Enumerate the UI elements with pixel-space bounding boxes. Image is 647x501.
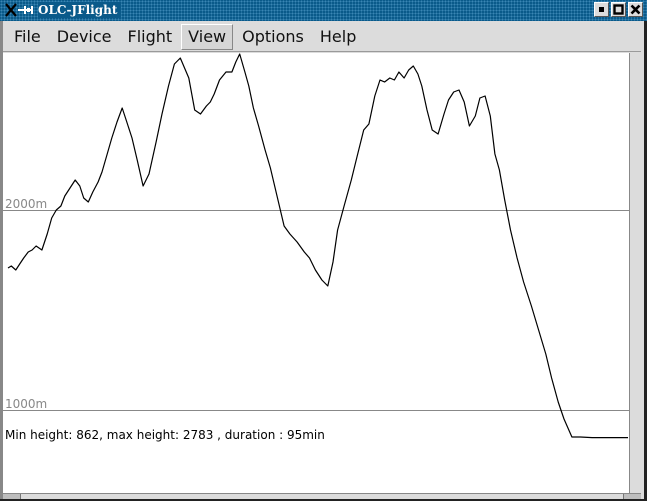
menu-flight[interactable]: Flight <box>121 24 180 50</box>
x-window-icon[interactable] <box>4 2 36 18</box>
maximize-icon <box>613 4 624 15</box>
title-bar[interactable]: OLC-JFlight <box>0 0 647 21</box>
menu-file[interactable]: File <box>7 24 48 50</box>
flight-stats-text: Min height: 862, max height: 2783 , dura… <box>5 428 325 442</box>
grid-label-1000m: 1000m <box>5 396 48 411</box>
menu-help[interactable]: Help <box>313 24 363 50</box>
menu-view[interactable]: View <box>181 23 234 50</box>
window-title: OLC-JFlight <box>38 2 122 18</box>
grid-label-2000m: 2000m <box>5 196 48 211</box>
altitude-chart-svg <box>3 53 629 439</box>
menu-device[interactable]: Device <box>50 24 119 50</box>
menu-options[interactable]: Options <box>235 24 311 50</box>
altitude-profile-chart[interactable]: 2000m 1000m Min height: 862, max height:… <box>3 53 630 493</box>
minimize-button[interactable] <box>594 2 609 17</box>
maximize-button[interactable] <box>611 2 626 17</box>
menu-bar: File Device Flight View Options Help <box>3 22 641 52</box>
altitude-profile-line <box>7 53 628 439</box>
close-icon <box>630 4 641 15</box>
app-window: OLC-JFlight File Device Flight View Opti… <box>0 0 647 501</box>
minimize-icon <box>599 7 604 12</box>
close-button[interactable] <box>628 2 643 17</box>
